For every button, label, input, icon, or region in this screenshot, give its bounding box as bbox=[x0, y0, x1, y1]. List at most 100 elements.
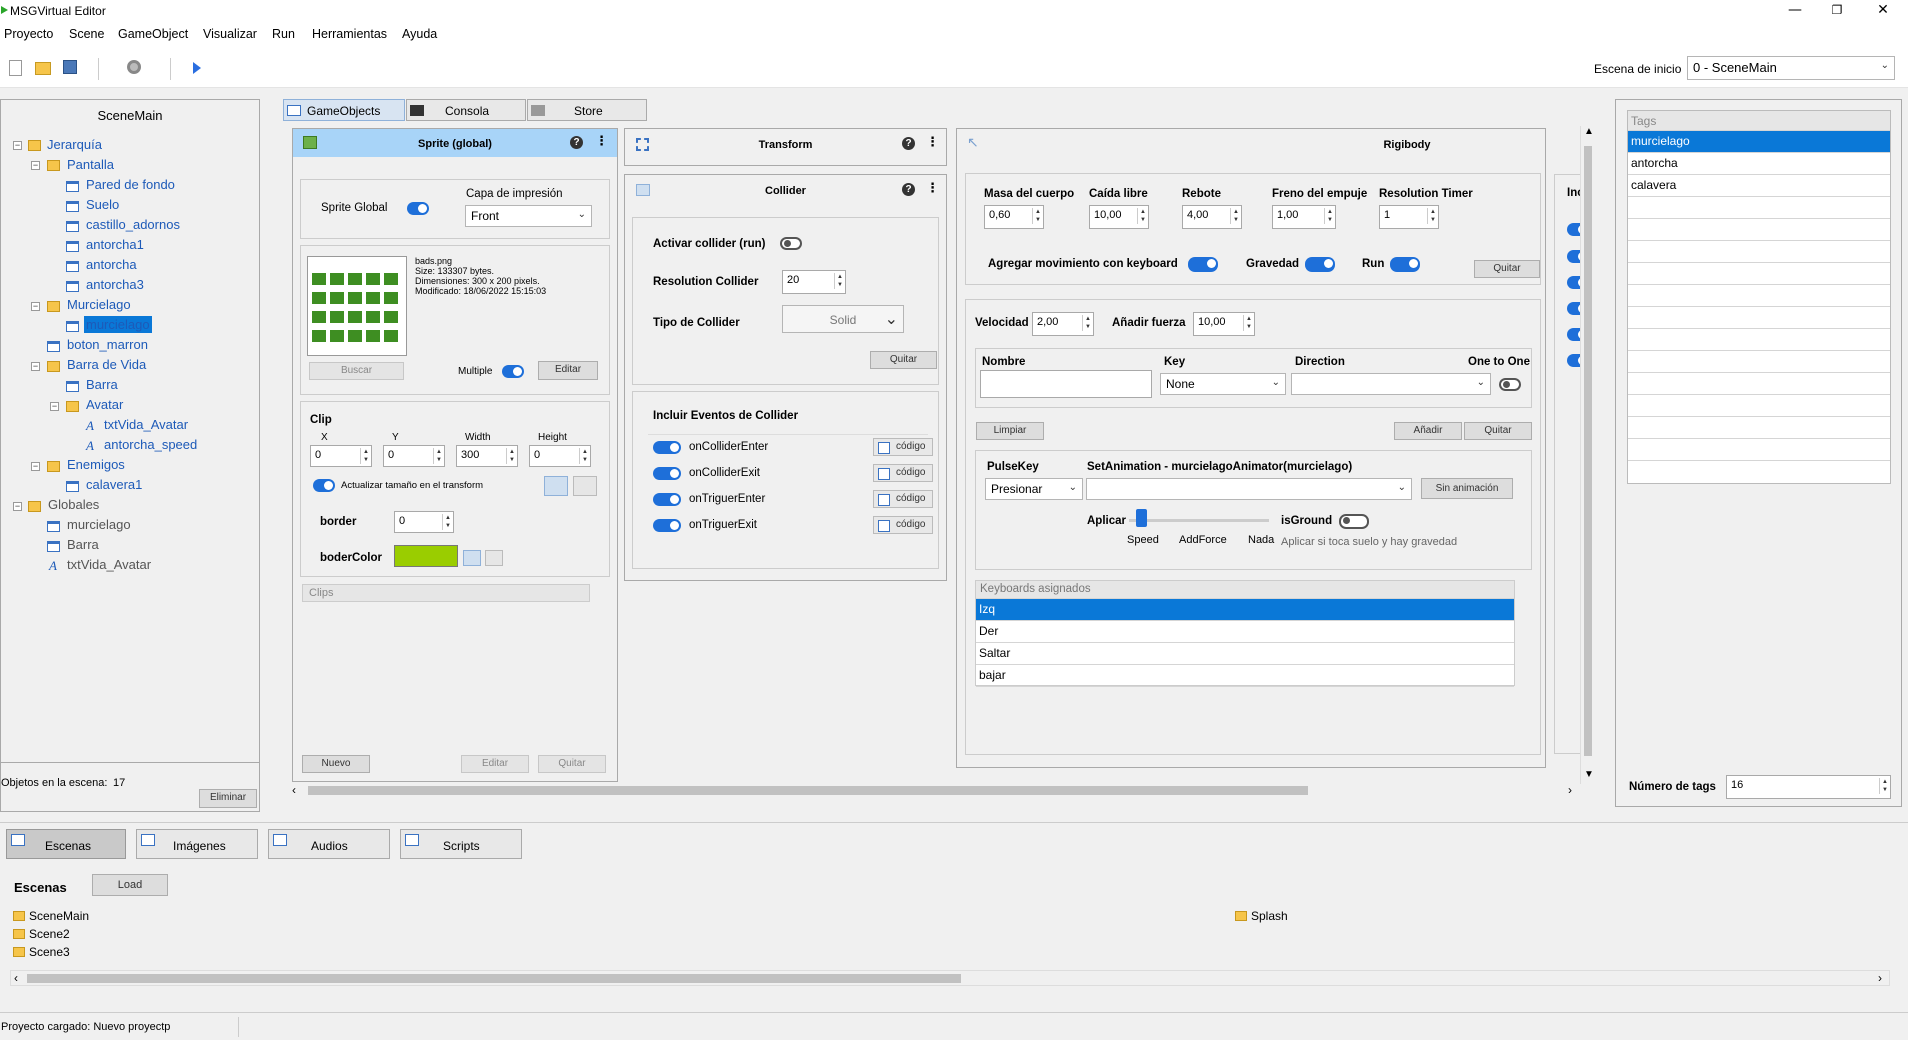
tree-node[interactable]: antorcha1 bbox=[86, 237, 144, 252]
collider-type-select[interactable]: Solid ⌄ bbox=[782, 305, 904, 333]
resolution-timer-input[interactable]: 1 bbox=[1379, 205, 1439, 229]
scroll-thumb[interactable] bbox=[1584, 146, 1592, 756]
partial-toggle[interactable] bbox=[1567, 302, 1580, 315]
add-key-button[interactable]: Añadir bbox=[1394, 422, 1462, 440]
sprite-global-toggle[interactable] bbox=[407, 202, 429, 215]
menu-run[interactable]: Run bbox=[272, 27, 295, 41]
tree-node[interactable]: castillo_adornos bbox=[86, 217, 180, 232]
tree-node[interactable]: Globales bbox=[48, 497, 99, 512]
delete-button[interactable]: Eliminar bbox=[199, 789, 257, 808]
scroll-up-icon[interactable]: ▲ bbox=[1584, 126, 1594, 137]
scroll-thumb[interactable] bbox=[308, 786, 1308, 795]
collapse-toggle[interactable]: − bbox=[13, 502, 22, 511]
resolution-collider-input[interactable]: 20 bbox=[782, 270, 846, 294]
tree-node[interactable]: Barra de Vida bbox=[67, 357, 146, 372]
load-button[interactable]: Load bbox=[92, 874, 168, 896]
tab-gameobjects[interactable]: GameObjects bbox=[283, 99, 405, 121]
maximize-button[interactable]: ❐ bbox=[1816, 0, 1858, 22]
partial-toggle[interactable] bbox=[1567, 328, 1580, 341]
keyboard-move-toggle[interactable] bbox=[1188, 257, 1218, 272]
tag-row-empty[interactable] bbox=[1628, 417, 1890, 439]
tag-row-empty[interactable] bbox=[1628, 395, 1890, 417]
scroll-right-icon[interactable]: › bbox=[1878, 971, 1882, 985]
tag-count-input[interactable]: 16 bbox=[1726, 775, 1891, 799]
add-force-input[interactable]: 10,00 bbox=[1193, 312, 1255, 336]
tag-row-empty[interactable] bbox=[1628, 461, 1890, 483]
collapse-toggle[interactable]: − bbox=[13, 141, 22, 150]
tree-node[interactable]: murcielago bbox=[67, 517, 131, 532]
menu-herramientas[interactable]: Herramientas bbox=[312, 27, 387, 41]
tag-row-empty[interactable] bbox=[1628, 219, 1890, 241]
tag-row-empty[interactable] bbox=[1628, 241, 1890, 263]
remove-key-button[interactable]: Quitar bbox=[1464, 422, 1532, 440]
menu-visualizar[interactable]: Visualizar bbox=[203, 27, 257, 41]
pulsekey-select[interactable]: Presionar ⌄ bbox=[985, 478, 1083, 500]
collapse-toggle[interactable]: − bbox=[31, 302, 40, 311]
clip-y-input[interactable]: 0 bbox=[383, 445, 445, 467]
tab-audios[interactable]: Audios bbox=[268, 829, 390, 859]
partial-toggle[interactable] bbox=[1567, 250, 1580, 263]
tree-node[interactable]: calavera1 bbox=[86, 477, 142, 492]
copy-color-icon[interactable] bbox=[463, 550, 481, 566]
scroll-right-icon[interactable]: › bbox=[1568, 783, 1572, 797]
speed-input[interactable]: 2,00 bbox=[1032, 312, 1094, 336]
new-clip-button[interactable]: Nuevo bbox=[302, 755, 370, 773]
remove-rigidbody-button[interactable]: Quitar bbox=[1474, 260, 1540, 278]
tab-imagenes[interactable]: Imágenes bbox=[136, 829, 258, 859]
remove-collider-button[interactable]: Quitar bbox=[870, 351, 937, 369]
tab-scripts[interactable]: Scripts bbox=[400, 829, 522, 859]
tab-consola[interactable]: Consola bbox=[406, 99, 526, 121]
clip-x-input[interactable]: 0 bbox=[310, 445, 372, 467]
paste-icon[interactable] bbox=[573, 476, 597, 496]
menu-gameobject[interactable]: GameObject bbox=[118, 27, 188, 41]
scene-item[interactable]: Splash bbox=[1251, 909, 1288, 923]
assigned-key-row[interactable]: Saltar bbox=[976, 643, 1514, 665]
save-icon[interactable] bbox=[63, 60, 77, 74]
tag-row-empty[interactable] bbox=[1628, 263, 1890, 285]
tree-node[interactable]: Barra bbox=[86, 377, 118, 392]
assigned-key-row[interactable]: Izq bbox=[976, 599, 1514, 621]
tag-row-empty[interactable] bbox=[1628, 351, 1890, 373]
tree-node[interactable]: boton_marron bbox=[67, 337, 148, 352]
tree-node[interactable]: Jerarquía bbox=[47, 137, 102, 152]
tree-node[interactable]: Suelo bbox=[86, 197, 119, 212]
scene-item[interactable]: Scene3 bbox=[29, 945, 70, 959]
tag-row-empty[interactable] bbox=[1628, 373, 1890, 395]
clear-button[interactable]: Limpiar bbox=[976, 422, 1044, 440]
code-button[interactable]: código bbox=[873, 464, 933, 482]
partial-toggle[interactable] bbox=[1567, 223, 1580, 236]
menu-proyecto[interactable]: Proyecto bbox=[4, 27, 53, 41]
menu-scene[interactable]: Scene bbox=[69, 27, 104, 41]
tag-row[interactable]: murcielago bbox=[1628, 131, 1890, 153]
no-animation-button[interactable]: Sin animación bbox=[1421, 478, 1513, 499]
key-select[interactable]: None ⌄ bbox=[1160, 373, 1286, 395]
multiple-toggle[interactable] bbox=[502, 365, 524, 378]
event-toggle-trigger-exit[interactable] bbox=[653, 519, 681, 532]
is-ground-toggle[interactable] bbox=[1339, 514, 1369, 529]
tree-node[interactable]: antorcha_speed bbox=[104, 437, 197, 452]
update-size-toggle[interactable] bbox=[313, 479, 335, 492]
tab-store[interactable]: Store bbox=[527, 99, 647, 121]
tree-node[interactable]: antorcha bbox=[86, 257, 137, 272]
scenes-horizontal-scrollbar[interactable]: ‹ › bbox=[10, 970, 1890, 986]
open-folder-icon[interactable] bbox=[35, 62, 51, 75]
more-options-icon[interactable]: ⋮ bbox=[926, 181, 939, 196]
tag-row-empty[interactable] bbox=[1628, 285, 1890, 307]
tree-node[interactable]: antorcha3 bbox=[86, 277, 144, 292]
scroll-left-icon[interactable]: ‹ bbox=[14, 971, 18, 985]
close-button[interactable]: ✕ bbox=[1862, 0, 1904, 22]
collapse-toggle[interactable]: − bbox=[31, 161, 40, 170]
menu-ayuda[interactable]: Ayuda bbox=[402, 27, 437, 41]
gravity-toggle[interactable] bbox=[1305, 257, 1335, 272]
scroll-down-icon[interactable]: ▼ bbox=[1584, 769, 1594, 780]
push-brake-input[interactable]: 1,00 bbox=[1272, 205, 1336, 229]
code-button[interactable]: código bbox=[873, 516, 933, 534]
apply-slider-thumb[interactable] bbox=[1136, 509, 1147, 527]
code-button[interactable]: código bbox=[873, 438, 933, 456]
tag-row-empty[interactable] bbox=[1628, 307, 1890, 329]
partial-toggle[interactable] bbox=[1567, 276, 1580, 289]
collapse-toggle[interactable]: − bbox=[31, 362, 40, 371]
assigned-key-row[interactable]: Der bbox=[976, 621, 1514, 643]
one-to-one-toggle[interactable] bbox=[1499, 378, 1521, 391]
help-icon[interactable]: ? bbox=[570, 136, 583, 149]
